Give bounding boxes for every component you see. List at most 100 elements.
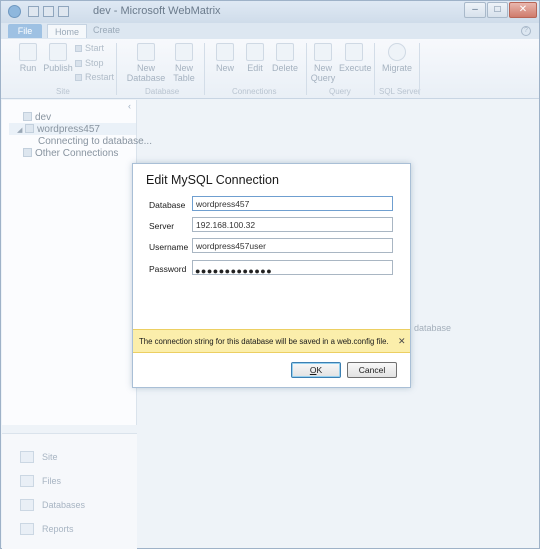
maximize-button[interactable]: □ [487,2,508,18]
new-query-button[interactable]: New Query [310,43,336,83]
group-separator [204,43,205,95]
dialog-title: Edit MySQL Connection [146,173,279,187]
databases-icon [20,499,34,511]
start-label: Start [85,43,105,53]
info-bar: The connection string for this database … [133,329,410,353]
new-table-icon [175,43,193,61]
cancel-button[interactable]: Cancel [347,362,397,378]
minimize-button[interactable]: – [464,2,486,18]
delete-connection-button[interactable]: Delete [271,43,299,73]
tab-create[interactable]: Create [93,25,120,35]
group-label-database: Database [145,87,180,96]
group-label-query: Query [329,87,351,96]
site-icon [20,451,34,463]
new-query-label: New Query [310,63,336,83]
collapse-pane-icon[interactable]: ‹ [128,101,131,111]
tree-item-wordpress457[interactable]: ◢ wordpress457 [17,124,100,135]
new-database-button[interactable]: New Database [125,43,167,83]
database-input[interactable] [192,196,393,211]
tree-item-other-connections[interactable]: Other Connections [23,148,118,159]
workspace-nav: Site Files Databases Reports [2,433,137,549]
password-label: Password [149,264,187,274]
ok-button[interactable]: OK [291,362,341,378]
edit-connection-label: Edit [247,63,263,73]
new-connection-button[interactable]: New [213,43,237,73]
new-query-icon [314,43,332,61]
folder-icon [23,112,32,121]
group-separator [374,43,375,95]
redo-icon[interactable] [58,6,69,17]
connections-icon [23,148,32,157]
migrate-label: Migrate [381,63,412,73]
delete-connection-icon [276,43,294,61]
reports-icon [20,523,34,535]
restart-icon [75,74,82,81]
new-connection-icon [216,43,234,61]
publish-button[interactable]: Publish [43,43,73,73]
webmatrix-logo-icon [8,5,21,18]
nav-item-files-label: Files [42,476,62,486]
start-button[interactable]: Start [75,43,104,53]
info-bar-close-icon[interactable]: ✕ [398,336,406,347]
title-bar: dev - Microsoft WebMatrix – □ ✕ [1,1,539,23]
password-mask: ●●●●●●●●●●●●● [195,266,273,276]
app-window: dev - Microsoft WebMatrix – □ ✕ File Hom… [0,0,540,549]
save-icon[interactable] [28,6,39,17]
migrate-button[interactable]: Migrate [381,43,413,73]
stop-icon [75,60,82,67]
new-connection-label: New [215,63,234,73]
ok-label: K [316,365,323,375]
ribbon-tabs: File Home Create ? [1,23,539,39]
group-separator [306,43,307,95]
close-window-button[interactable]: ✕ [509,2,537,18]
expand-arrow-icon[interactable]: ◢ [17,127,22,134]
username-input[interactable] [192,238,393,253]
new-table-button[interactable]: New Table [170,43,198,83]
tree-item-status: Connecting to database... [38,136,152,147]
server-input[interactable] [192,217,393,232]
tree-item-dev[interactable]: dev [23,112,51,123]
delete-connection-label: Delete [271,63,298,73]
tree-item-wordpress457-label: wordpress457 [37,124,100,135]
ribbon: Run Publish Start Stop Restart Site New … [1,39,539,99]
execute-icon [345,43,363,61]
start-icon [75,45,82,52]
stop-button[interactable]: Stop [75,58,104,68]
group-separator [419,43,420,95]
database-icon [25,124,35,133]
username-label: Username [149,242,189,252]
tree-item-other-label: Other Connections [35,148,119,159]
run-icon [19,43,37,61]
edit-mysql-connection-dialog: Edit MySQL Connection Database Server Us… [132,163,411,388]
restart-button[interactable]: Restart [75,72,114,82]
migrate-icon [388,43,406,61]
group-label-site: Site [56,87,70,96]
undo-icon[interactable] [43,6,54,17]
info-bar-message: The connection string for this database … [139,337,389,346]
group-separator [116,43,117,95]
execute-button[interactable]: Execute [339,43,372,73]
edit-connection-icon [246,43,264,61]
run-button[interactable]: Run [15,43,41,73]
tab-home[interactable]: Home [47,24,88,38]
publish-icon [49,43,67,61]
restart-label: Restart [85,72,115,82]
tree-item-dev-label: dev [35,112,52,123]
database-label: Database [149,200,186,210]
background-text: database [414,323,452,333]
group-label-sql-server: SQL Server [379,87,421,96]
tab-file[interactable]: File [8,24,42,38]
publish-label: Publish [43,63,73,73]
help-icon[interactable]: ? [521,26,531,36]
server-label: Server [149,221,175,231]
new-table-label: New Table [173,63,195,83]
group-label-connections: Connections [232,87,277,96]
new-database-icon [137,43,155,61]
files-icon [20,475,34,487]
nav-item-databases-label: Databases [42,500,86,510]
stop-label: Stop [85,58,104,68]
nav-item-reports-label: Reports [42,524,74,534]
edit-connection-button[interactable]: Edit [243,43,267,73]
new-database-label: New Database [126,63,166,83]
window-title: dev - Microsoft WebMatrix [93,5,221,17]
